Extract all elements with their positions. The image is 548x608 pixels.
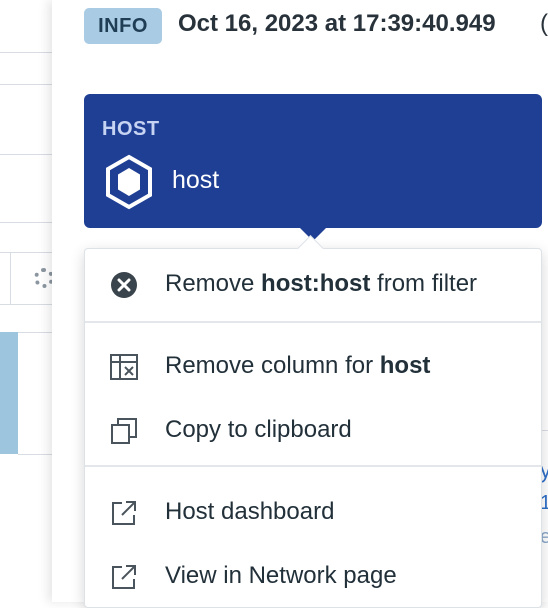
loading-spinner-icon	[34, 268, 54, 288]
host-context-menu: Remove host:host from filter Remove colu…	[84, 235, 542, 608]
table-divider	[0, 52, 52, 53]
remove-from-filter-item[interactable]: Remove host:host from filter	[85, 257, 541, 307]
external-link-icon	[112, 565, 136, 589]
copy-icon	[111, 418, 137, 444]
circle-x-icon	[111, 272, 137, 298]
menu-separator	[85, 465, 541, 467]
host-label: HOST	[102, 118, 160, 140]
histogram-bar	[0, 332, 18, 454]
network-page-item[interactable]: View in Network page	[85, 549, 541, 599]
host-attribute-card[interactable]: HOST host	[84, 94, 542, 228]
host-value: host	[172, 166, 220, 194]
remove-column-item[interactable]: Remove column for host	[85, 339, 541, 389]
copy-to-clipboard-label: Copy to clipboard	[165, 416, 352, 443]
table-divider	[18, 332, 52, 333]
remove-from-filter-label: Remove host:host from filter	[165, 270, 478, 297]
table-remove-column-icon	[110, 354, 138, 380]
log-timestamp: Oct 16, 2023 at 17:39:40.949	[178, 10, 496, 37]
table-divider	[18, 454, 52, 455]
timestamp-overflow: (	[540, 10, 548, 37]
hexagon-host-icon	[106, 154, 152, 210]
table-divider	[10, 252, 11, 305]
table-divider	[0, 84, 52, 85]
external-link-icon	[112, 501, 136, 525]
status-badge: INFO	[84, 8, 162, 44]
menu-separator	[85, 321, 541, 323]
table-divider	[0, 154, 52, 155]
network-page-label: View in Network page	[165, 562, 397, 589]
background-divider	[542, 430, 548, 431]
remove-column-label: Remove column for host	[165, 352, 431, 379]
table-divider	[0, 222, 52, 223]
host-dashboard-item[interactable]: Host dashboard	[85, 485, 541, 535]
host-dashboard-label: Host dashboard	[165, 498, 335, 525]
copy-to-clipboard-item[interactable]: Copy to clipboard	[85, 403, 541, 453]
